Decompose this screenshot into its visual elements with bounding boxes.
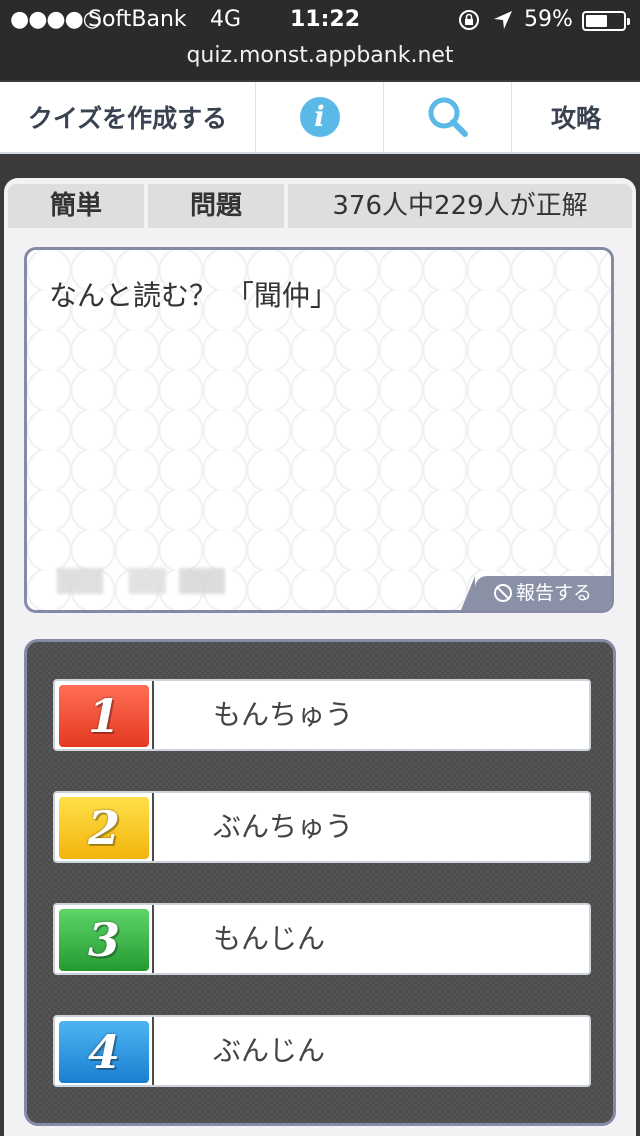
blurred-author-info <box>57 568 267 594</box>
choice-label: ぶんちゅう <box>213 810 354 843</box>
question-text: なんと読む？ 「聞仲」 <box>49 279 338 312</box>
choice-number-badge: 3 <box>59 909 149 971</box>
quiz-meta: 簡単 問題 376人中229人が正解 <box>8 184 632 228</box>
report-label: 報告する <box>515 582 592 604</box>
info-button[interactable]: i <box>256 82 384 152</box>
search-button[interactable] <box>384 82 512 152</box>
question-box: なんと読む？ 「聞仲」 報告する <box>24 247 614 613</box>
answer-choices-panel: 1 もんちゅう 2 ぶんちゅう 3 もんじん 4 ぶんじん <box>24 639 616 1126</box>
battery-icon <box>582 11 630 31</box>
choice-label: もんじん <box>213 922 326 955</box>
status-time: 11:22 <box>290 7 361 32</box>
choice-1[interactable]: 1 もんちゅう <box>53 679 591 751</box>
correct-rate-stats: 376人中229人が正解 <box>288 184 632 228</box>
search-icon <box>428 97 468 137</box>
status-bar: ●●●●○ SoftBank 4G 11:22 59% <box>0 0 640 40</box>
quiz-card: 簡単 問題 376人中229人が正解 なんと読む？ 「聞仲」 報告する 1 もん… <box>4 178 636 1136</box>
info-icon: i <box>299 97 340 137</box>
choice-2[interactable]: 2 ぶんちゅう <box>53 791 591 863</box>
url-bar[interactable]: quiz.monst.appbank.net <box>0 40 640 80</box>
choice-number-badge: 2 <box>59 797 149 859</box>
choice-number-badge: 1 <box>59 685 149 747</box>
battery-percentage: 59% <box>524 7 573 32</box>
network-type: 4G <box>210 7 242 32</box>
choice-label: もんちゅう <box>213 698 354 731</box>
question-type-label: 問題 <box>148 184 284 228</box>
report-button[interactable]: 報告する <box>461 576 611 610</box>
create-quiz-button[interactable]: クイズを作成する <box>0 82 256 152</box>
ban-icon <box>493 584 512 602</box>
rotation-lock-icon <box>459 10 479 30</box>
choice-3[interactable]: 3 もんじん <box>53 903 591 975</box>
browser-chrome: ●●●●○ SoftBank 4G 11:22 59% quiz.monst.a… <box>0 0 640 80</box>
location-arrow-icon <box>494 11 512 29</box>
choice-number-badge: 4 <box>59 1021 149 1083</box>
choice-label: ぶんじん <box>213 1034 326 1067</box>
carrier-name: SoftBank <box>88 7 187 32</box>
difficulty-label: 簡単 <box>8 184 144 228</box>
top-nav: クイズを作成する i 攻略 <box>0 82 640 154</box>
choice-4[interactable]: 4 ぶんじん <box>53 1015 591 1087</box>
guide-button[interactable]: 攻略 <box>512 82 640 152</box>
battery-level <box>586 15 608 27</box>
